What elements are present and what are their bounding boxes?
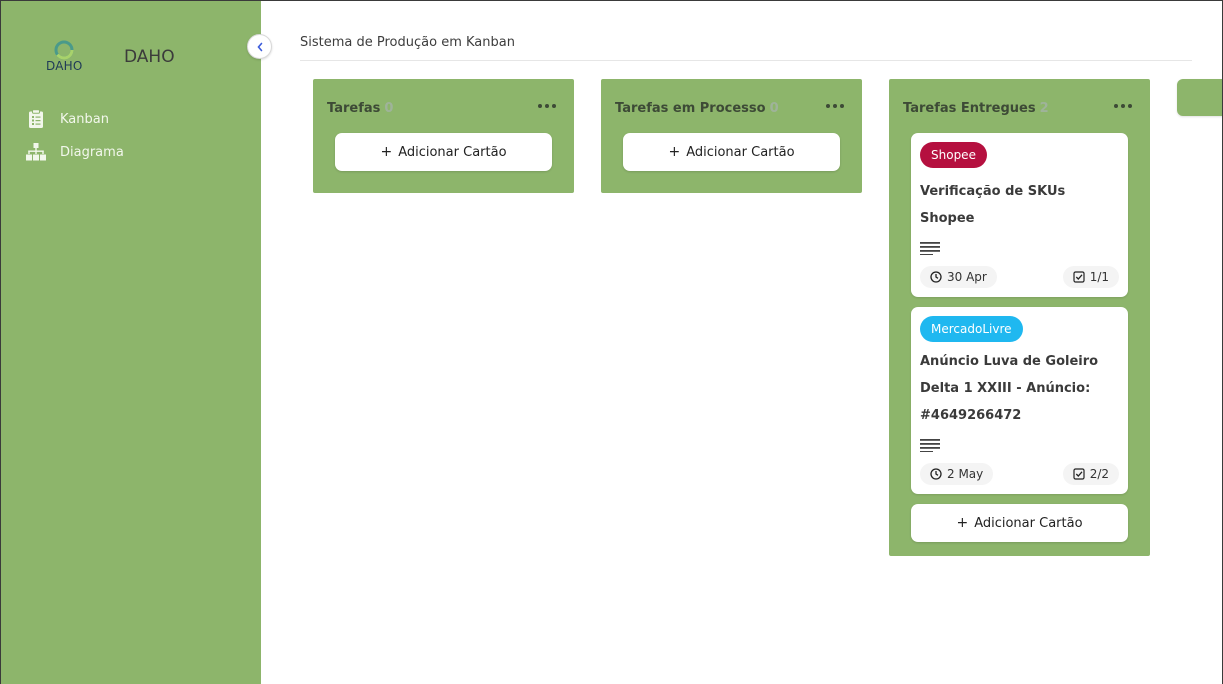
column-menu-button[interactable] xyxy=(822,100,848,112)
column-tarefas-em-processo: Tarefas em Processo 0 + Adicionar Cartão xyxy=(601,79,862,193)
description-icon xyxy=(920,437,1119,453)
page-title: Sistema de Produção em Kanban xyxy=(300,35,515,50)
column-tarefas-entregues: Tarefas Entregues 2 Shopee Verificação de… xyxy=(889,79,1150,556)
add-card-button[interactable]: + Adicionar Cartão xyxy=(335,133,552,171)
sidebar-item-label: Kanban xyxy=(60,111,109,127)
column-tarefas: Tarefas 0 + Adicionar Cartão xyxy=(313,79,574,193)
column-count: 2 xyxy=(1039,100,1049,116)
tag-badge: MercadoLivre xyxy=(920,316,1023,342)
column-menu-button[interactable] xyxy=(534,100,560,112)
sitemap-icon xyxy=(25,141,47,163)
clipboard-icon xyxy=(25,108,47,130)
card-footer: 30 Apr 1/1 xyxy=(920,266,1119,288)
plus-icon: + xyxy=(380,144,393,160)
clock-icon xyxy=(930,468,942,480)
logo-mark-icon xyxy=(54,40,74,60)
checkbox-icon xyxy=(1073,271,1085,283)
header-divider xyxy=(300,60,1192,61)
add-card-label: Adicionar Cartão xyxy=(398,144,507,160)
column-count: 0 xyxy=(769,100,779,116)
checkbox-icon xyxy=(1073,468,1085,480)
column-menu-button[interactable] xyxy=(1110,100,1136,112)
logo: DAHO xyxy=(41,39,89,75)
clock-icon xyxy=(930,271,942,283)
chevron-left-icon xyxy=(256,42,262,51)
brand-name: DAHO xyxy=(124,47,175,67)
plus-icon: + xyxy=(668,144,681,160)
due-date-text: 2 May xyxy=(947,467,984,481)
logo-text: DAHO xyxy=(46,59,83,73)
card-title: Anúncio Luva de Goleiro Delta 1 XXIII - … xyxy=(920,354,1099,423)
column-header: Tarefas em Processo 0 xyxy=(615,79,848,133)
column-title: Tarefas em Processo xyxy=(615,100,766,116)
due-date-text: 30 Apr xyxy=(947,270,987,284)
column-header: Tarefas 0 xyxy=(327,79,560,133)
card-title: Verificação de SKUs Shopee xyxy=(920,184,1066,226)
due-date-badge: 2 May xyxy=(920,463,994,485)
add-card-label: Adicionar Cartão xyxy=(686,144,795,160)
plus-icon: + xyxy=(956,515,969,531)
card-footer: 2 May 2/2 xyxy=(920,463,1119,485)
column-count: 0 xyxy=(384,100,394,116)
tag-badge: Shopee xyxy=(920,142,987,168)
sidebar-collapse-button[interactable] xyxy=(247,34,272,59)
column-header: Tarefas Entregues 2 xyxy=(903,79,1136,133)
kanban-card[interactable]: Shopee Verificação de SKUs Shopee 30 Apr… xyxy=(911,133,1128,297)
add-card-button[interactable]: + Adicionar Cartão xyxy=(911,504,1128,542)
add-card-label: Adicionar Cartão xyxy=(974,515,1083,531)
sidebar-item-kanban[interactable]: Kanban xyxy=(25,107,109,131)
kanban-card[interactable]: MercadoLivre Anúncio Luva de Goleiro Del… xyxy=(911,307,1128,494)
column-title: Tarefas Entregues xyxy=(903,100,1036,116)
column-title: Tarefas xyxy=(327,100,381,116)
sidebar: DAHO DAHO Kanban Diagrama xyxy=(1,1,261,684)
app-window: DAHO DAHO Kanban Diagrama Sistema de Pro… xyxy=(0,0,1223,684)
sidebar-item-label: Diagrama xyxy=(60,144,124,160)
column-add-list[interactable] xyxy=(1177,79,1222,116)
add-card-button[interactable]: + Adicionar Cartão xyxy=(623,133,840,171)
due-date-badge: 30 Apr xyxy=(920,266,997,288)
checklist-badge: 2/2 xyxy=(1062,463,1119,485)
checklist-count: 2/2 xyxy=(1089,467,1109,481)
sidebar-item-diagrama[interactable]: Diagrama xyxy=(25,140,124,164)
checklist-count: 1/1 xyxy=(1089,270,1109,284)
description-icon xyxy=(920,240,1119,256)
checklist-badge: 1/1 xyxy=(1062,266,1119,288)
